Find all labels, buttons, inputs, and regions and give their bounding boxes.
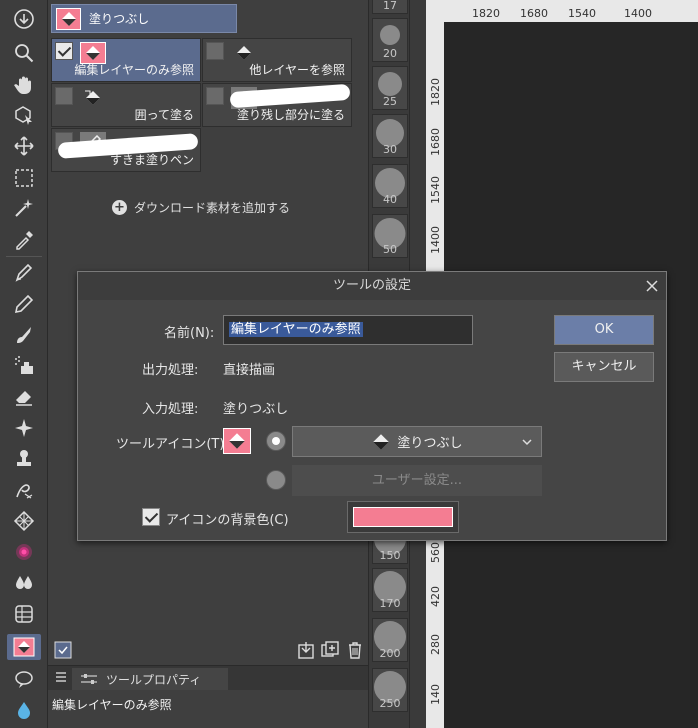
tool-property-panel: ツールプロパティ 編集レイヤーのみ参照 [48, 665, 368, 728]
sliders-icon [81, 674, 97, 684]
brush-size-item[interactable]: 25 [372, 66, 408, 110]
subtool-label: 塗り残し部分に塗る [236, 108, 345, 122]
subtool-label: 囲って塗る [134, 108, 194, 122]
icon-bg-color-swatch [353, 507, 453, 527]
tab-label: ツールプロパティ [106, 672, 202, 687]
brush-size-item[interactable]: 20 [372, 18, 408, 62]
user-setting-button[interactable]: ユーザー設定... [292, 465, 542, 496]
icon-select-value: 塗りつぶし [397, 436, 463, 451]
input-value: 塗りつぶし [223, 402, 289, 417]
add-download-material-button[interactable]: + ダウンロード素材を追加する [112, 199, 290, 216]
drops-icon[interactable] [7, 570, 41, 596]
icon-bg-color-picker[interactable] [347, 501, 459, 533]
eyedropper-icon[interactable] [7, 227, 41, 253]
stamp-icon[interactable] [7, 446, 41, 472]
duplicate-icon[interactable] [320, 640, 340, 660]
add-material-label: ダウンロード素材を追加する [134, 201, 291, 215]
selection-icon[interactable] [7, 165, 41, 191]
brush-size-item[interactable]: 200 [372, 618, 408, 662]
download-icon[interactable] [7, 6, 41, 32]
subtool-group-label: 塗りつぶし [89, 12, 150, 26]
fill-icon [56, 7, 81, 30]
ok-button[interactable]: OK [554, 315, 654, 345]
plus-icon: + [112, 200, 127, 215]
object-select-icon[interactable] [7, 102, 41, 128]
magic-wand-icon[interactable] [7, 195, 41, 221]
tool-property-tool-name: 編集レイヤーのみ参照 [52, 698, 172, 712]
tool-settings-dialog: ツールの設定 名前(N): 編集レイヤーのみ参照 OK キャンセル 出力処理: … [77, 271, 667, 541]
name-input-value: 編集レイヤーのみ参照 [229, 322, 363, 337]
move-icon[interactable] [7, 133, 41, 159]
correction-icon[interactable] [7, 697, 41, 723]
hand-icon[interactable] [7, 72, 41, 98]
balloon-icon[interactable] [7, 666, 41, 692]
name-label: 名前(N): [164, 326, 215, 341]
lasso-fill-icon[interactable] [7, 477, 41, 503]
brush-size-item[interactable]: 250 [372, 668, 408, 712]
gradient-icon[interactable] [7, 539, 41, 565]
airbrush-icon[interactable] [7, 353, 41, 379]
subtool-group-header[interactable]: 塗りつぶし [51, 4, 237, 33]
brush-size-item[interactable]: 170 [372, 568, 408, 612]
subtool-checkbox[interactable] [206, 42, 224, 60]
subtool-checkbox[interactable] [55, 87, 73, 105]
enclose-fill-icon [80, 87, 106, 109]
tool-property-tabbar: ツールプロパティ [48, 666, 368, 690]
eraser-icon[interactable] [7, 384, 41, 410]
zoom-icon[interactable] [7, 40, 41, 66]
icon-select-dropdown[interactable]: 塗りつぶし [292, 426, 542, 457]
frame-icon[interactable] [7, 601, 41, 627]
brush-size-item[interactable]: 40 [372, 164, 408, 208]
output-label: 出力処理: [142, 363, 199, 378]
close-icon[interactable] [644, 278, 660, 294]
subtool-label: 編集レイヤーのみ参照 [74, 63, 194, 77]
pencil-icon[interactable] [7, 291, 41, 317]
input-label: 入力処理: [142, 402, 199, 417]
subtool-cell-enclose-fill[interactable]: 囲って塗る [51, 83, 201, 127]
icon-bg-color-label: アイコンの背景色(C) [166, 513, 289, 528]
fill-icon [223, 428, 251, 454]
subtool-cell-refer-other-layers[interactable]: 他レイヤーを参照 [202, 38, 352, 82]
pattern-icon[interactable] [7, 508, 41, 534]
chevron-down-icon [522, 439, 532, 446]
fill-tool-icon[interactable] [7, 634, 41, 660]
cancel-button[interactable]: キャンセル [554, 352, 654, 382]
icon-bg-color-checkbox[interactable] [142, 508, 160, 526]
trash-icon[interactable] [345, 640, 365, 660]
brush-size-item[interactable]: 30 [372, 114, 408, 158]
icon-preset-radio[interactable] [266, 431, 286, 451]
tool-palette [0, 0, 48, 728]
subtool-checkbox[interactable] [55, 42, 73, 60]
subtool-settings-icon[interactable] [53, 640, 73, 660]
brush-size-item[interactable]: 17 [372, 0, 408, 14]
import-icon[interactable] [296, 640, 316, 660]
horizontal-ruler: 1820 1680 1540 1400 [426, 0, 698, 22]
subtool-footer [48, 636, 368, 664]
tab-tool-property[interactable]: ツールプロパティ [72, 668, 228, 690]
icon-user-radio[interactable] [266, 470, 286, 490]
tool-icon-label: ツールアイコン(T): [116, 437, 229, 452]
subtool-checkbox[interactable] [206, 87, 224, 105]
dialog-title: ツールの設定 [78, 272, 666, 300]
fill-icon [373, 433, 390, 450]
menu-icon[interactable] [54, 670, 68, 684]
blend-icon[interactable] [7, 415, 41, 441]
subtool-cell-edit-layer-only[interactable]: 編集レイヤーのみ参照 [51, 38, 201, 82]
pen-icon[interactable] [7, 260, 41, 286]
subtool-label: 他レイヤーを参照 [249, 63, 345, 77]
brush-icon[interactable] [7, 322, 41, 348]
brush-size-item[interactable]: 50 [372, 214, 408, 258]
name-input[interactable]: 編集レイヤーのみ参照 [223, 315, 473, 345]
output-value: 直接描画 [223, 363, 276, 378]
